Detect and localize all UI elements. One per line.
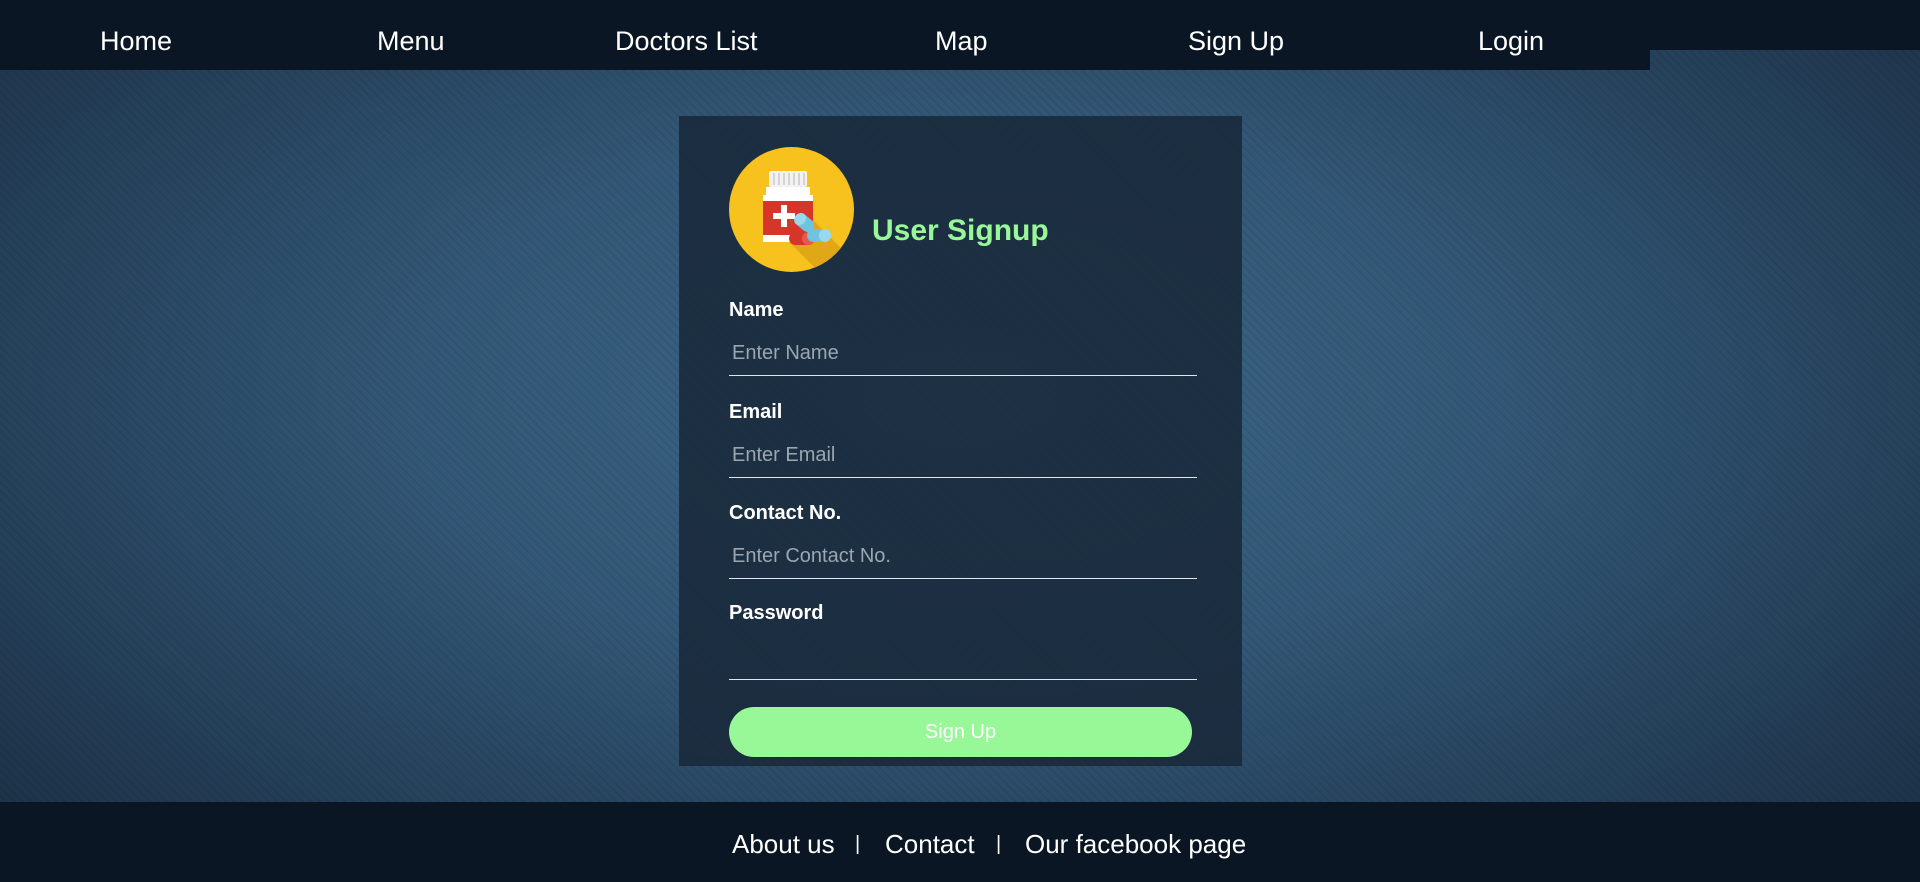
top-navigation: Home Menu Doctors List Map Sign Up Login (0, 0, 1650, 70)
footer-separator: | (855, 833, 861, 855)
signup-card: User Signup Name Email Contact No. Passw… (679, 116, 1242, 766)
nav-login-link[interactable]: Login (1478, 26, 1544, 57)
signup-button[interactable]: Sign Up (729, 707, 1192, 757)
contact-label: Contact No. (729, 502, 842, 524)
nav-doctors-list-link[interactable]: Doctors List (615, 26, 758, 57)
footer: About us | Contact | Our facebook page (0, 802, 1920, 882)
password-input[interactable] (729, 636, 1197, 680)
name-label: Name (729, 299, 784, 321)
footer-contact-link[interactable]: Contact (885, 829, 975, 860)
email-label: Email (729, 401, 783, 423)
nav-menu-link[interactable]: Menu (377, 26, 445, 57)
password-label: Password (729, 602, 824, 624)
medicine-bottle-icon (729, 147, 854, 272)
name-input[interactable] (729, 332, 1197, 376)
footer-about-link[interactable]: About us (732, 829, 835, 860)
nav-signup-link[interactable]: Sign Up (1188, 26, 1284, 57)
footer-facebook-link[interactable]: Our facebook page (1025, 829, 1246, 860)
topbar-extension (1650, 0, 1920, 50)
email-input[interactable] (729, 434, 1197, 478)
contact-input[interactable] (729, 535, 1197, 579)
page-title: User Signup (872, 214, 1049, 247)
footer-separator: | (996, 833, 1002, 855)
nav-map-link[interactable]: Map (935, 26, 988, 57)
nav-home-link[interactable]: Home (100, 26, 172, 57)
